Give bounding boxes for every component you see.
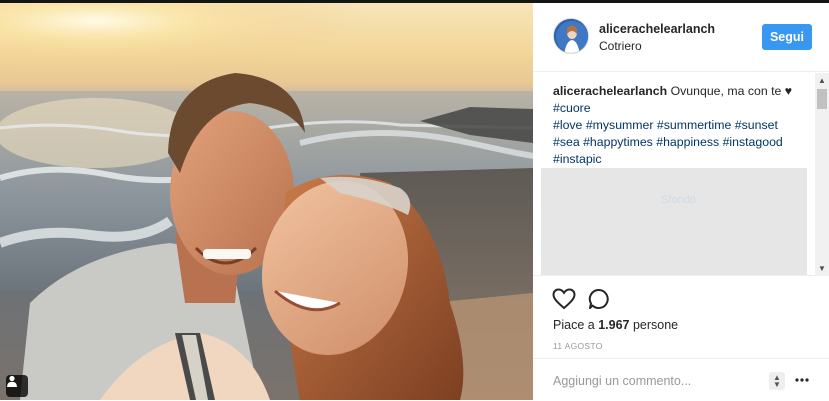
hashtag-link[interactable]: #instagood bbox=[723, 135, 783, 149]
likes-count[interactable]: Piace a 1.967 persone bbox=[553, 318, 678, 332]
scroll-down-arrow-icon[interactable]: ▼ bbox=[815, 261, 829, 275]
more-dots-icon[interactable] bbox=[794, 371, 810, 389]
more-dots-svg bbox=[795, 378, 809, 382]
hashtag-link[interactable]: #summertime bbox=[657, 118, 731, 132]
comment-bubble-icon[interactable] bbox=[586, 286, 612, 312]
caption-username[interactable]: alicerachelearlanch bbox=[553, 84, 667, 98]
post-actions: Piace a 1.967 persone 11 AGOSTO ▲▼ bbox=[533, 275, 829, 400]
caption-text: Ovunque, ma con te bbox=[670, 84, 782, 98]
heart-emoji: ♥ bbox=[784, 84, 793, 98]
hashtag-link[interactable]: #instapic bbox=[553, 152, 602, 166]
caption: alicerachelearlanch Ovunque, ma con te ♥… bbox=[553, 83, 803, 168]
hashtag-link[interactable]: #sunset bbox=[735, 118, 778, 132]
up-down-arrows-icon[interactable]: ▲ ▼ bbox=[769, 372, 785, 390]
comments-area: alicerachelearlanch Ovunque, ma con te ♥… bbox=[533, 73, 829, 275]
heart-outline-icon[interactable] bbox=[551, 286, 577, 312]
header-location[interactable]: Cotriero bbox=[599, 39, 642, 53]
avatar-image bbox=[554, 19, 588, 53]
header-username[interactable]: alicerachelearlanch bbox=[599, 22, 715, 36]
post-header: alicerachelearlanch Cotriero Segui bbox=[533, 3, 829, 72]
post-photo[interactable] bbox=[0, 3, 533, 400]
likes-number: 1.967 bbox=[598, 318, 630, 332]
embedded-text: Sfondo bbox=[661, 194, 696, 206]
likes-suffix: persone bbox=[632, 318, 679, 332]
hashtag-link[interactable]: #cuore bbox=[553, 101, 591, 115]
person-icon bbox=[7, 375, 17, 387]
likes-prefix: Piace a bbox=[553, 318, 595, 332]
avatar[interactable] bbox=[553, 18, 589, 54]
user-tag-icon[interactable] bbox=[6, 375, 28, 397]
add-comment-section: ▲▼ bbox=[533, 358, 829, 401]
scrollbar-thumb[interactable] bbox=[817, 89, 827, 109]
comments-scrollbar[interactable]: ▲ ▼ bbox=[815, 73, 829, 275]
heart-icon-svg bbox=[552, 288, 576, 310]
post-date: 11 AGOSTO bbox=[553, 341, 603, 351]
hashtag-link[interactable]: #happiness bbox=[656, 135, 719, 149]
post-side-panel: alicerachelearlanch Cotriero Segui alice… bbox=[533, 3, 829, 400]
photo-illustration bbox=[0, 3, 533, 400]
hashtag-link[interactable]: #mysummer bbox=[586, 118, 654, 132]
comment-icon-svg bbox=[588, 288, 609, 309]
hashtag-link[interactable]: #sea bbox=[553, 135, 580, 149]
embedded-placeholder: Sfondo bbox=[541, 168, 807, 275]
hashtag-link[interactable]: #love bbox=[553, 118, 582, 132]
follow-button[interactable]: Segui bbox=[762, 24, 812, 50]
comment-input[interactable] bbox=[553, 371, 753, 391]
scroll-up-arrow-icon[interactable]: ▲ bbox=[815, 73, 829, 87]
hashtag-link[interactable]: #happytimes bbox=[583, 135, 653, 149]
